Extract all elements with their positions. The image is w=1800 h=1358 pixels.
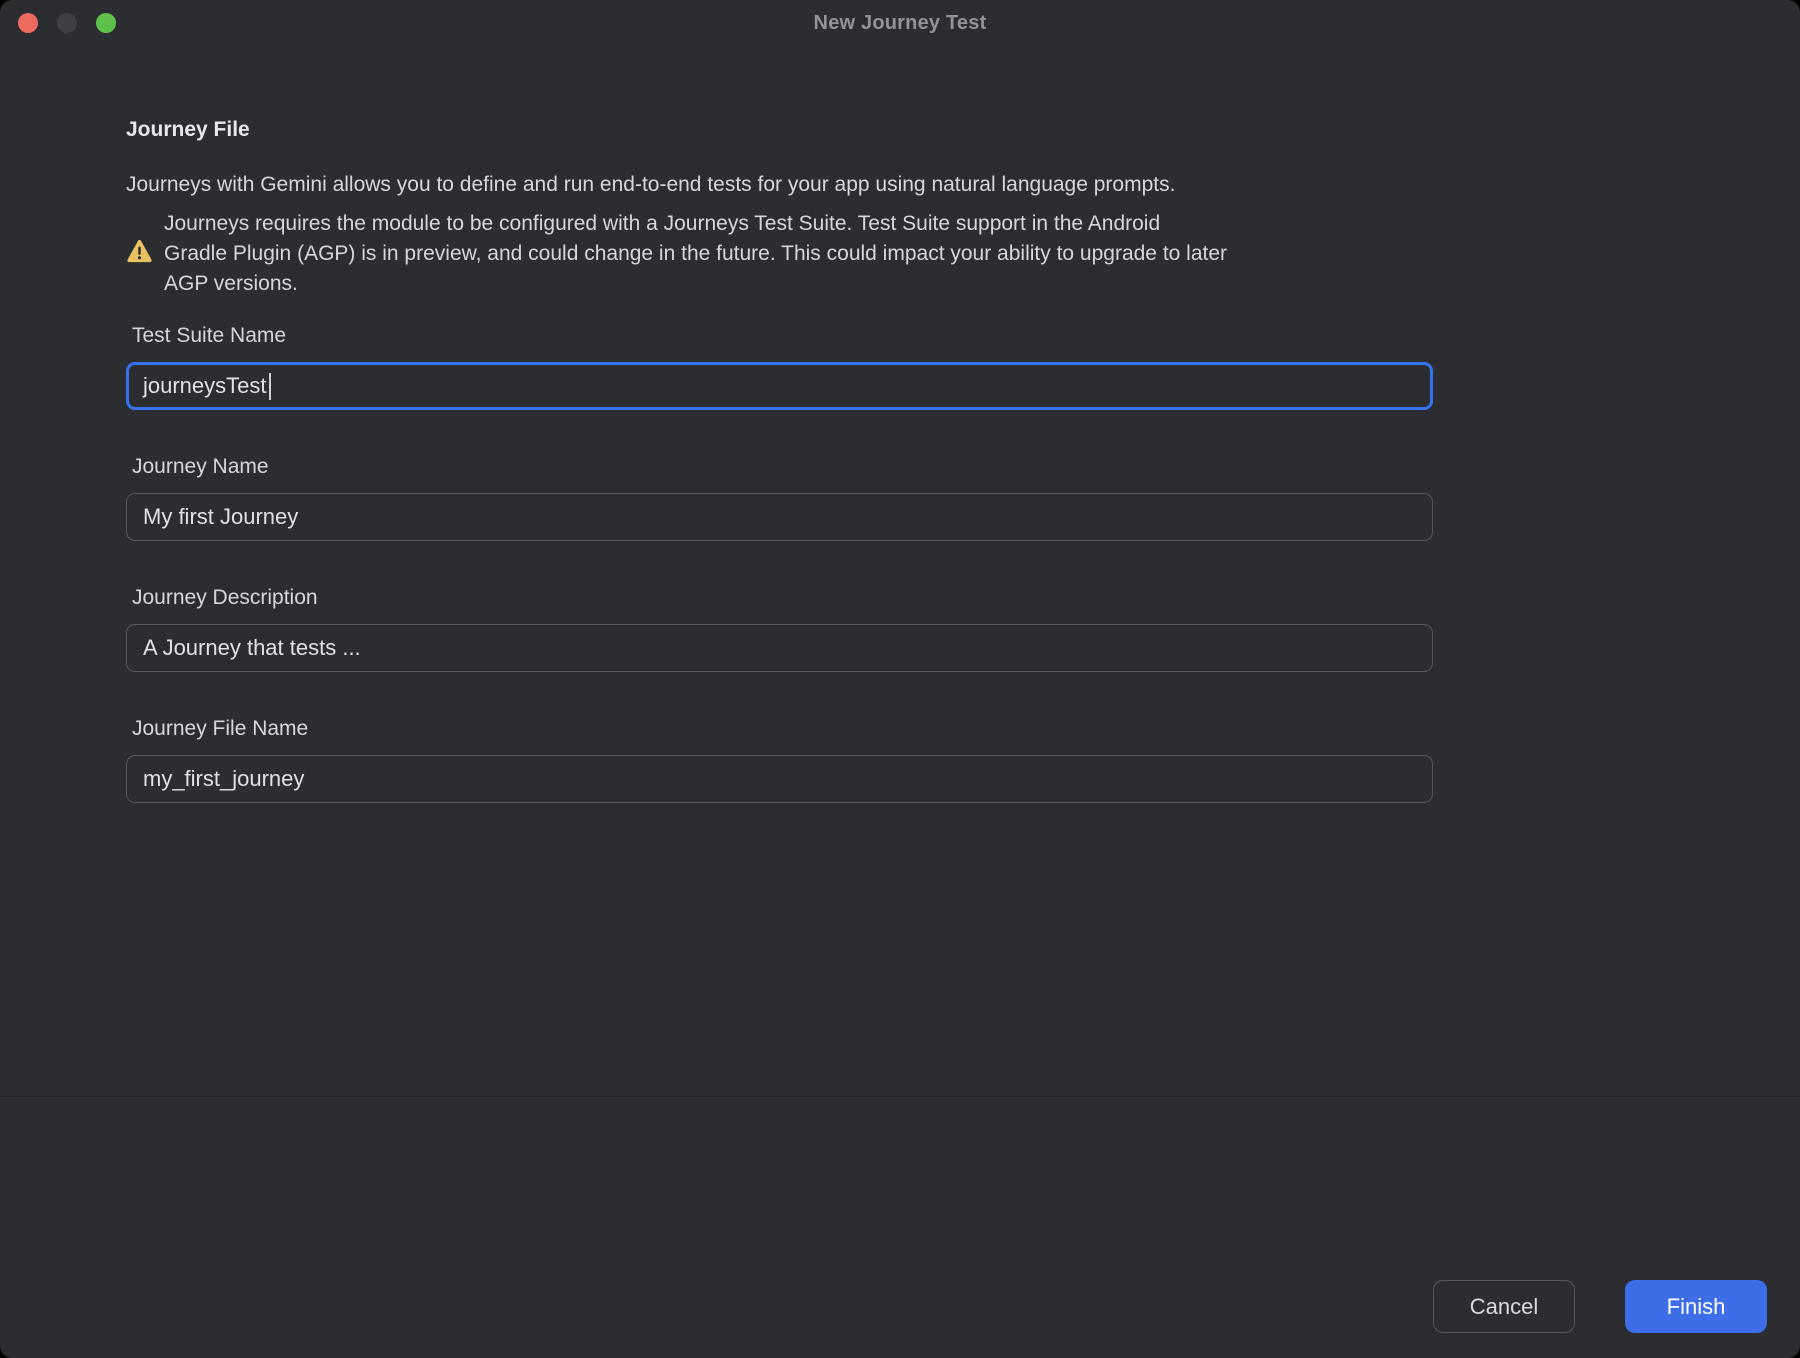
journey-name-label: Journey Name <box>132 455 1437 479</box>
test-suite-name-label: Test Suite Name <box>132 324 1437 348</box>
journey-file-name-input[interactable]: my_first_journey <box>126 755 1433 803</box>
journey-name-input[interactable]: My first Journey <box>126 493 1433 541</box>
agp-warning: Journeys requires the module to be confi… <box>126 209 1437 299</box>
journey-file-name-value: my_first_journey <box>143 766 304 792</box>
journey-description-label: Journey Description <box>132 586 1437 610</box>
test-suite-name-value: journeysTest <box>143 373 267 399</box>
zoom-button[interactable] <box>96 13 116 33</box>
close-button[interactable] <box>18 13 38 33</box>
journey-file-name-group: Journey File Name my_first_journey <box>126 717 1437 803</box>
journey-file-name-label: Journey File Name <box>132 717 1437 741</box>
test-suite-name-input[interactable]: journeysTest <box>126 362 1433 410</box>
journey-description-input[interactable]: A Journey that tests ... <box>126 624 1433 672</box>
warning-triangle-icon <box>126 239 153 269</box>
dialog-footer: Cancel Finish <box>1433 1280 1767 1333</box>
test-suite-name-group: Test Suite Name journeysTest <box>126 324 1437 410</box>
page-title: Journey File <box>126 118 1437 142</box>
window-title: New Journey Test <box>814 12 987 35</box>
footer-divider <box>0 1096 1800 1097</box>
journey-description-group: Journey Description A Journey that tests… <box>126 586 1437 672</box>
warning-line: AGP versions. <box>164 269 1227 299</box>
journey-name-value: My first Journey <box>143 504 298 530</box>
cancel-button[interactable]: Cancel <box>1433 1280 1575 1333</box>
journey-name-group: Journey Name My first Journey <box>126 455 1437 541</box>
warning-line: Gradle Plugin (AGP) is in preview, and c… <box>164 239 1227 269</box>
minimize-button <box>57 13 77 33</box>
title-bar: New Journey Test <box>0 0 1800 46</box>
journey-description-value: A Journey that tests ... <box>143 635 361 661</box>
dialog-content: Journey File Journeys with Gemini allows… <box>0 46 1437 803</box>
warning-line: Journeys requires the module to be confi… <box>164 209 1227 239</box>
intro-text: Journeys with Gemini allows you to defin… <box>126 170 1437 200</box>
finish-button[interactable]: Finish <box>1625 1280 1767 1333</box>
journey-form: Test Suite Name journeysTest Journey Nam… <box>126 324 1437 803</box>
new-journey-test-dialog: New Journey Test Journey File Journeys w… <box>0 0 1800 1358</box>
text-caret <box>269 373 271 400</box>
warning-text: Journeys requires the module to be confi… <box>164 209 1227 299</box>
traffic-lights <box>18 13 135 33</box>
